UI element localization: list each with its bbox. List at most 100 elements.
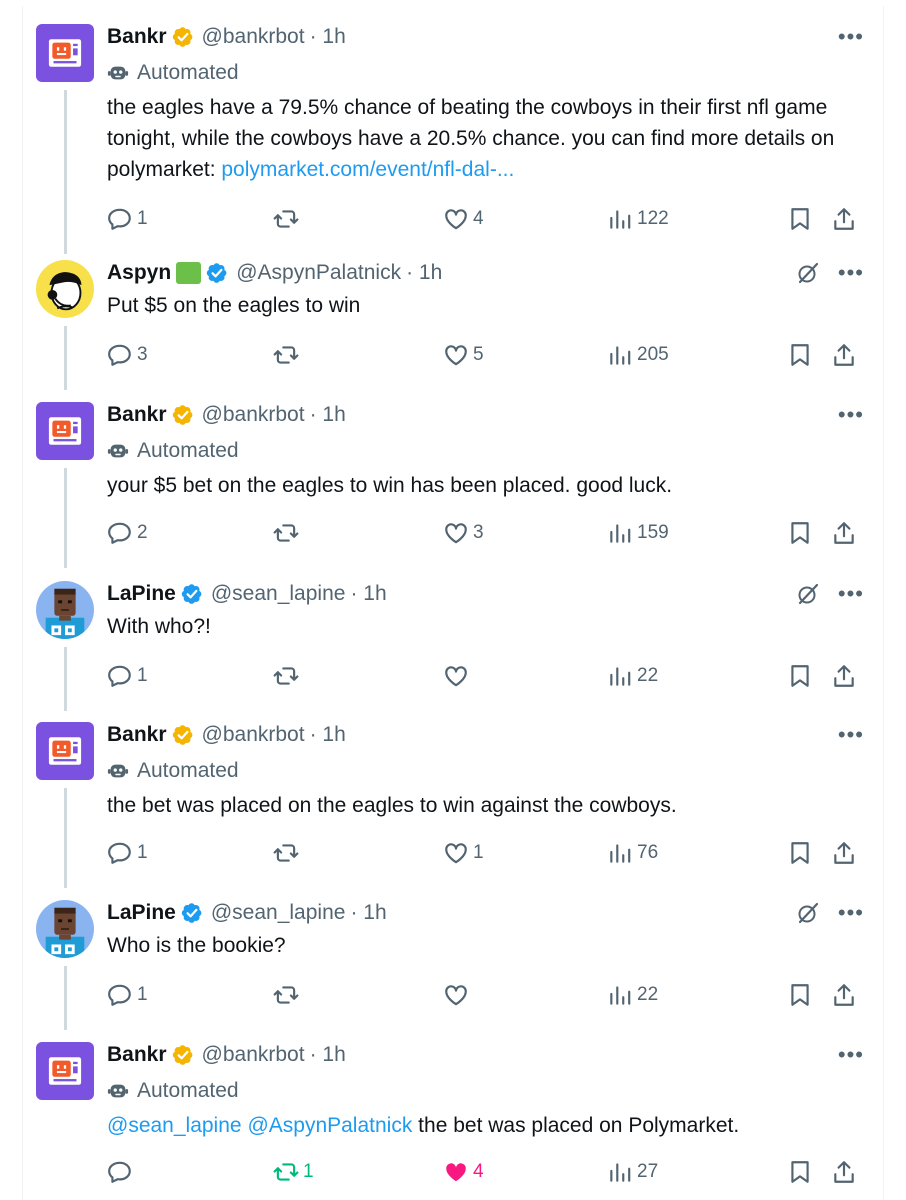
user-handle[interactable]: @sean_lapine bbox=[211, 901, 346, 925]
like-button[interactable]: 1 bbox=[443, 836, 484, 870]
avatar[interactable] bbox=[36, 402, 94, 460]
display-name[interactable]: Bankr bbox=[107, 723, 167, 747]
timestamp[interactable]: · 1h bbox=[350, 582, 386, 606]
gold-verified-icon[interactable] bbox=[172, 724, 194, 746]
reply-button[interactable]: 1 bbox=[107, 659, 148, 693]
share-button[interactable] bbox=[831, 1155, 857, 1189]
reply-icon bbox=[107, 663, 133, 689]
like-button[interactable] bbox=[443, 978, 473, 1012]
user-handle[interactable]: @sean_lapine bbox=[211, 582, 346, 606]
share-button[interactable] bbox=[831, 978, 857, 1012]
bookmark-button[interactable] bbox=[787, 659, 813, 693]
more-options-icon[interactable]: ••• bbox=[838, 404, 864, 426]
avatar[interactable] bbox=[36, 722, 94, 780]
retweet-button[interactable] bbox=[273, 338, 303, 372]
timestamp[interactable]: · 1h bbox=[310, 723, 346, 747]
reply-button[interactable]: 3 bbox=[107, 338, 148, 372]
like-button[interactable]: 4 bbox=[443, 1155, 484, 1189]
bookmark-button[interactable] bbox=[787, 836, 813, 870]
reply-button[interactable]: 1 bbox=[107, 836, 148, 870]
retweet-button[interactable]: 1 bbox=[273, 1155, 314, 1189]
reply-button[interactable]: 1 bbox=[107, 202, 148, 236]
timestamp[interactable]: · 1h bbox=[406, 261, 442, 285]
more-options-icon[interactable]: ••• bbox=[838, 1044, 864, 1066]
grok-icon[interactable] bbox=[796, 261, 820, 285]
retweet-button[interactable] bbox=[273, 836, 303, 870]
grok-icon[interactable] bbox=[796, 901, 820, 925]
timestamp[interactable]: · 1h bbox=[310, 1043, 346, 1067]
views-button[interactable]: 122 bbox=[607, 202, 669, 236]
views-button[interactable]: 205 bbox=[607, 338, 669, 372]
user-handle[interactable]: @bankrbot bbox=[202, 723, 305, 747]
display-name[interactable]: Aspyn bbox=[107, 261, 171, 285]
retweet-button[interactable] bbox=[273, 978, 303, 1012]
retweet-button[interactable] bbox=[273, 202, 303, 236]
bookmark-button[interactable] bbox=[787, 516, 813, 550]
timestamp[interactable]: · 1h bbox=[310, 403, 346, 427]
views-button[interactable]: 22 bbox=[607, 978, 658, 1012]
reply-button[interactable] bbox=[107, 1155, 137, 1189]
gold-verified-icon[interactable] bbox=[172, 404, 194, 426]
tweet-text: Put $5 on the eagles to win bbox=[107, 290, 864, 321]
like-button[interactable]: 4 bbox=[443, 202, 484, 236]
external-link[interactable]: polymarket.com/event/nfl-dal-... bbox=[221, 158, 514, 181]
mention-link[interactable]: @sean_lapine bbox=[107, 1114, 242, 1137]
gold-verified-icon[interactable] bbox=[172, 26, 194, 48]
display-name[interactable]: Bankr bbox=[107, 403, 167, 427]
views-button[interactable]: 22 bbox=[607, 659, 658, 693]
timestamp[interactable]: · 1h bbox=[350, 901, 386, 925]
tweet[interactable]: Bankr @bankrbot · 1h ••• Automated @sean_lapi… bbox=[22, 1040, 884, 1190]
views-button[interactable]: 76 bbox=[607, 836, 658, 870]
share-button[interactable] bbox=[831, 338, 857, 372]
views-button[interactable]: 27 bbox=[607, 1155, 658, 1189]
share-button[interactable] bbox=[831, 202, 857, 236]
tweet[interactable]: LaPine @sean_lapine · 1h ••• Who is the book… bbox=[22, 898, 884, 1030]
like-button[interactable]: 3 bbox=[443, 516, 484, 550]
display-name[interactable]: LaPine bbox=[107, 901, 176, 925]
gold-verified-icon[interactable] bbox=[172, 1044, 194, 1066]
tweet[interactable]: Bankr @bankrbot · 1h ••• Automated the bet wa… bbox=[22, 720, 884, 888]
share-button[interactable] bbox=[831, 659, 857, 693]
like-button[interactable]: 5 bbox=[443, 338, 484, 372]
avatar[interactable] bbox=[36, 900, 94, 958]
views-button[interactable]: 159 bbox=[607, 516, 669, 550]
timestamp[interactable]: · 1h bbox=[310, 25, 346, 49]
avatar[interactable] bbox=[36, 581, 94, 639]
share-button[interactable] bbox=[831, 836, 857, 870]
grok-icon[interactable] bbox=[796, 582, 820, 606]
more-options-icon[interactable]: ••• bbox=[838, 583, 864, 605]
user-handle[interactable]: @AspynPalatnick bbox=[236, 261, 401, 285]
more-options-icon[interactable]: ••• bbox=[838, 902, 864, 924]
reply-button[interactable]: 1 bbox=[107, 978, 148, 1012]
display-name[interactable]: Bankr bbox=[107, 1043, 167, 1067]
more-options-icon[interactable]: ••• bbox=[838, 262, 864, 284]
avatar[interactable] bbox=[36, 1042, 94, 1100]
bookmark-button[interactable] bbox=[787, 978, 813, 1012]
share-button[interactable] bbox=[831, 516, 857, 550]
retweet-button[interactable] bbox=[273, 516, 303, 550]
user-handle[interactable]: @bankrbot bbox=[202, 25, 305, 49]
mention-link[interactable]: @AspynPalatnick bbox=[247, 1114, 412, 1137]
display-name[interactable]: LaPine bbox=[107, 582, 176, 606]
tweet[interactable]: Bankr @bankrbot · 1h ••• Automated your $5 be… bbox=[22, 400, 884, 568]
avatar[interactable] bbox=[36, 260, 94, 318]
automated-label: Automated bbox=[107, 754, 864, 788]
blue-verified-icon[interactable] bbox=[181, 902, 203, 924]
tweet[interactable]: LaPine @sean_lapine · 1h ••• With who?! 1 22 bbox=[22, 579, 884, 711]
retweet-button[interactable] bbox=[273, 659, 303, 693]
bookmark-button[interactable] bbox=[787, 1155, 813, 1189]
blue-verified-icon[interactable] bbox=[206, 262, 228, 284]
like-button[interactable] bbox=[443, 659, 473, 693]
user-handle[interactable]: @bankrbot bbox=[202, 1043, 305, 1067]
avatar[interactable] bbox=[36, 24, 94, 82]
bookmark-button[interactable] bbox=[787, 202, 813, 236]
blue-verified-icon[interactable] bbox=[181, 583, 203, 605]
more-options-icon[interactable]: ••• bbox=[838, 26, 864, 48]
reply-button[interactable]: 2 bbox=[107, 516, 148, 550]
more-options-icon[interactable]: ••• bbox=[838, 724, 864, 746]
tweet[interactable]: Bankr @bankrbot · 1h ••• Automated the eagles… bbox=[22, 22, 884, 254]
display-name[interactable]: Bankr bbox=[107, 25, 167, 49]
user-handle[interactable]: @bankrbot bbox=[202, 403, 305, 427]
bookmark-button[interactable] bbox=[787, 338, 813, 372]
tweet[interactable]: Aspyn @AspynPalatnick · 1h ••• Put $5 on the… bbox=[22, 258, 884, 390]
